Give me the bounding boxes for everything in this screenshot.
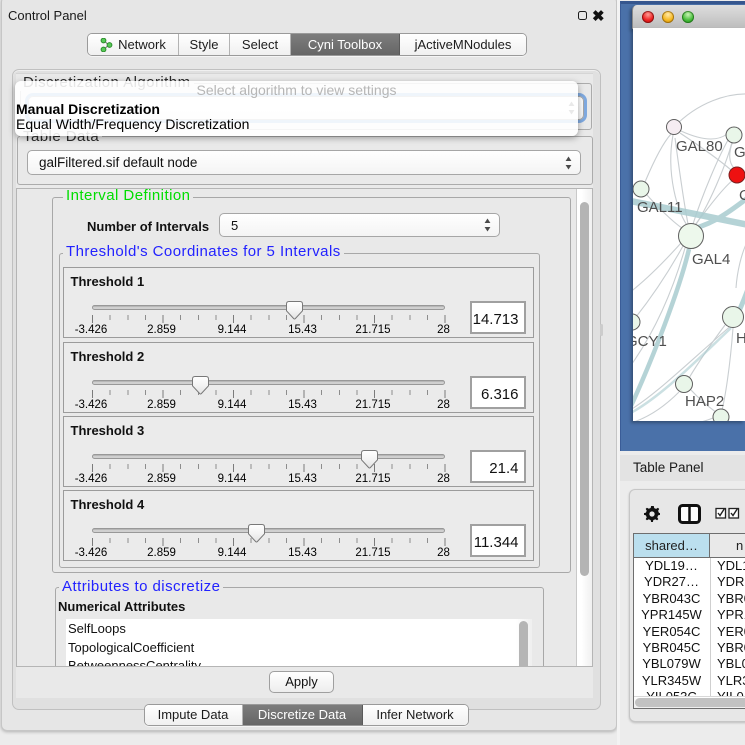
svg-text:GAL4: GAL4 (692, 251, 730, 268)
svg-text:GCY1: GCY1 (633, 333, 667, 350)
svg-text:GAL: GAL (734, 144, 745, 161)
svg-text:C: C (739, 187, 745, 204)
svg-text:GAL80: GAL80 (676, 138, 723, 155)
svg-text:GAL11: GAL11 (637, 199, 683, 216)
svg-text:H: H (736, 330, 745, 347)
svg-text:HAP2: HAP2 (685, 393, 724, 410)
